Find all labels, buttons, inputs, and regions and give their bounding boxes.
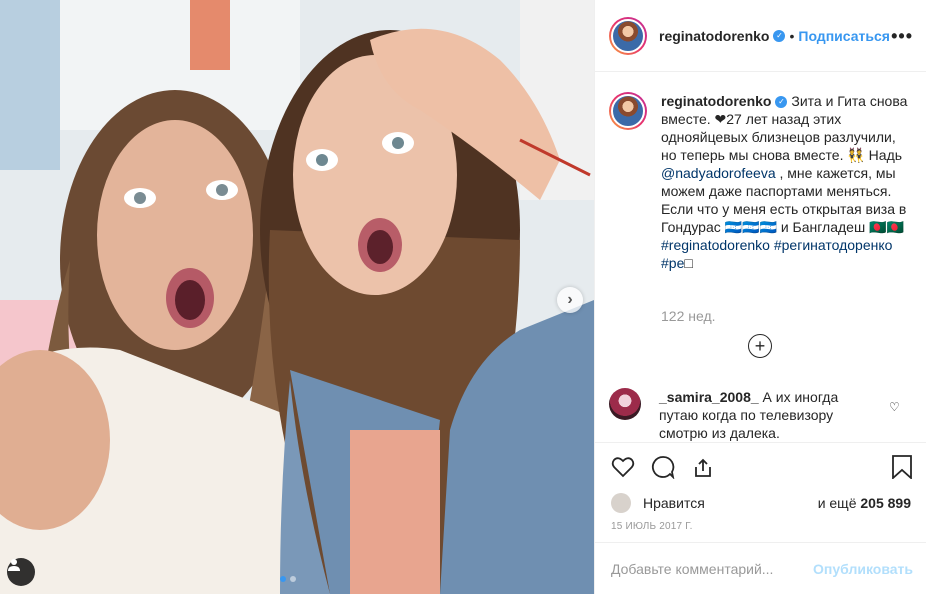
plus-icon: + — [754, 335, 766, 356]
like-heart-icon[interactable] — [611, 455, 635, 479]
publish-button[interactable]: Опубликовать — [813, 561, 913, 577]
post-actions: Нравится и ещё 205 899 15 июль 2017 г. — [595, 442, 926, 542]
user-icon — [8, 559, 20, 571]
comment-text: _samira_2008_ А их иногда путаю когда по… — [659, 388, 879, 442]
caption-emoji-2: 🇭🇳🇭🇳🇭🇳 — [724, 219, 777, 235]
carousel-next-button[interactable]: › — [557, 287, 583, 313]
tagged-users-button[interactable] — [7, 558, 35, 586]
caption-author[interactable]: reginatodorenko — [661, 93, 771, 109]
bookmark-icon[interactable] — [891, 455, 913, 484]
caption-emoji-1: 👯 — [847, 147, 865, 163]
author-username[interactable]: reginatodorenko — [659, 28, 769, 44]
post-side-panel: reginatodorenko ✓ • Подписаться ••• regi… — [594, 0, 926, 594]
caption-emoji-3: 🇧🇩🇧🇩 — [869, 219, 904, 235]
verified-badge-icon: ✓ — [775, 96, 788, 109]
photo-illustration — [0, 0, 594, 594]
caption-part-4: и Бангладеш — [776, 219, 870, 235]
caption-part-2: Надь — [864, 147, 903, 163]
comment-author[interactable]: _samira_2008_ — [659, 389, 759, 405]
caption-text: reginatodorenko ✓ Зита и Гита снова вмест… — [661, 92, 911, 272]
carousel-indicators — [280, 576, 296, 582]
likes-count-prefix: и ещё — [817, 495, 861, 511]
comment-input[interactable] — [611, 560, 814, 577]
comment-bubble-icon[interactable] — [651, 455, 675, 479]
carousel-dot — [290, 576, 296, 582]
follow-button[interactable]: Подписаться — [798, 28, 890, 44]
likes-count: 205 899 — [860, 495, 911, 511]
author-avatar[interactable] — [609, 16, 647, 55]
caption-hashtag-tail: □ — [684, 255, 693, 271]
liker-avatar[interactable] — [611, 493, 631, 513]
header-separator: • — [789, 27, 795, 44]
caption-mention[interactable]: @nadyadorofeeva — [661, 165, 776, 181]
post-photo[interactable]: › — [0, 0, 594, 594]
caption-author-avatar[interactable] — [609, 92, 647, 130]
caption-timestamp[interactable]: 122 нед. — [661, 308, 716, 324]
likes-count-link[interactable]: и ещё 205 899 — [818, 495, 911, 511]
likes-summary: Нравится и ещё 205 899 — [611, 493, 911, 513]
add-comment-bar: Опубликовать — [595, 542, 926, 594]
share-icon[interactable] — [691, 455, 715, 479]
comment-like-heart-icon[interactable]: ♡ — [889, 400, 900, 414]
carousel-dot-active — [280, 576, 286, 582]
verified-badge-icon: ✓ — [773, 29, 786, 42]
comment-item: _samira_2008_ А их иногда путаю когда по… — [609, 388, 879, 442]
chevron-right-icon: › — [567, 291, 573, 308]
more-options-icon[interactable]: ••• — [891, 26, 913, 47]
post-date[interactable]: 15 июль 2017 г. — [611, 521, 693, 532]
comments-section[interactable]: reginatodorenko ✓ Зита и Гита снова вмест… — [595, 72, 926, 442]
post-header: reginatodorenko ✓ • Подписаться ••• — [595, 0, 926, 72]
caption-hashtags[interactable]: #reginatodorenko #регинатодоренко #ре — [661, 237, 892, 271]
comment-author-avatar[interactable] — [609, 388, 641, 420]
load-more-comments-button[interactable]: + — [748, 334, 772, 358]
likes-label: Нравится — [643, 495, 705, 511]
caption: reginatodorenko ✓ Зита и Гита снова вмест… — [609, 92, 911, 272]
